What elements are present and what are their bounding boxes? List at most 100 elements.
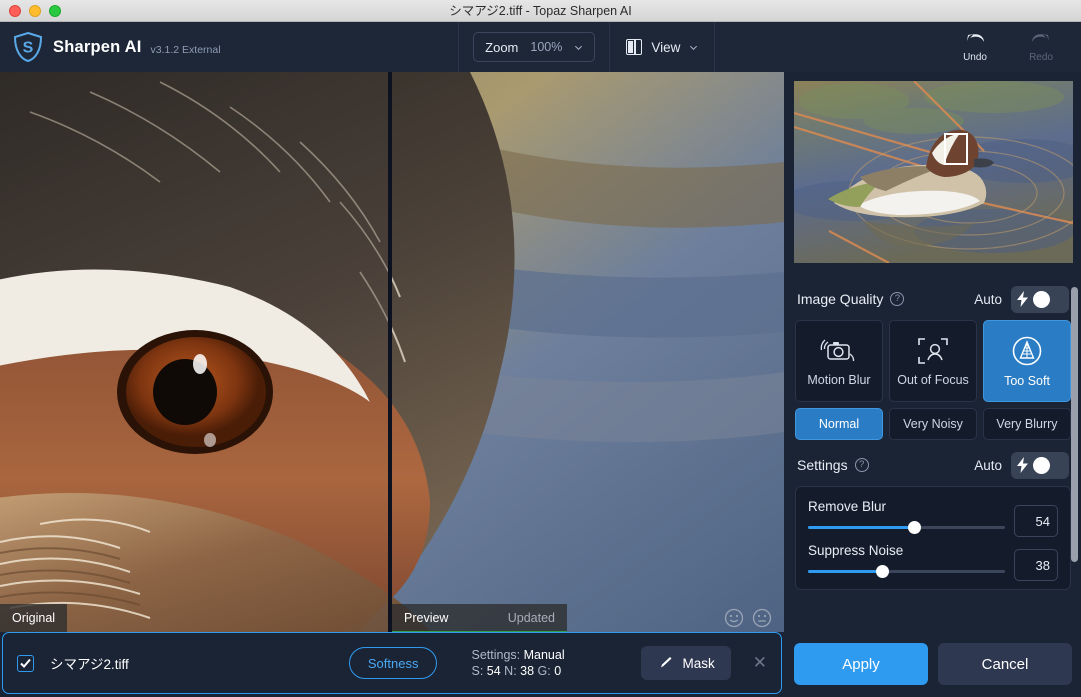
toggle-knob bbox=[1033, 290, 1050, 308]
settings-values-line: S: 54 N: 38 G: 0 bbox=[471, 663, 641, 679]
split-view-icon bbox=[626, 39, 643, 55]
settings-auto-toggle[interactable] bbox=[1011, 451, 1069, 479]
s-value: 54 bbox=[486, 664, 501, 678]
model-label-too-soft: Too Soft bbox=[1004, 373, 1050, 388]
image-quality-header: Image Quality ? Auto bbox=[785, 282, 1081, 316]
settings-auto-label: Auto bbox=[974, 457, 1002, 473]
redo-label: Redo bbox=[1029, 52, 1053, 63]
app-toolbar: S Sharpen AI v3.1.2 External Zoom 100% V… bbox=[0, 22, 1081, 72]
preview-image bbox=[392, 72, 784, 632]
mask-label: Mask bbox=[682, 655, 715, 671]
slider-thumb-suppress-noise[interactable] bbox=[876, 565, 890, 578]
image-quality-title: Image Quality bbox=[797, 291, 884, 307]
slider-value-remove-blur[interactable]: 54 bbox=[1014, 505, 1058, 537]
feedback-faces bbox=[724, 608, 772, 628]
controls-panel: Image Quality ? Auto Motion Blur Out of … bbox=[785, 282, 1081, 697]
preview-status-label: Updated bbox=[507, 611, 555, 625]
chevron-down-icon bbox=[575, 45, 583, 50]
settings-prefix-label: Settings: bbox=[471, 648, 521, 662]
slider-track-remove-blur[interactable] bbox=[808, 521, 1005, 534]
image-quality-auto-toggle[interactable] bbox=[1011, 285, 1069, 313]
pane-divider[interactable] bbox=[388, 72, 392, 632]
settings-header: Settings ? Auto bbox=[785, 448, 1081, 482]
apply-button[interactable]: Apply bbox=[794, 643, 928, 685]
sliders-container: Remove Blur 54 Suppress Noise 38 bbox=[795, 486, 1071, 590]
slider-thumb-remove-blur[interactable] bbox=[907, 521, 921, 534]
app-name: Sharpen AI bbox=[53, 37, 142, 56]
navigator-image bbox=[794, 81, 1073, 263]
level-very-blurry[interactable]: Very Blurry bbox=[983, 408, 1071, 440]
navigator-thumbnail[interactable] bbox=[794, 81, 1073, 263]
view-label: View bbox=[651, 39, 681, 55]
window-titlebar: シマアジ2.tiff - Topaz Sharpen AI bbox=[0, 0, 1081, 22]
mask-button[interactable]: Mask bbox=[641, 646, 731, 680]
undo-icon bbox=[967, 34, 985, 42]
model-label-motion-blur: Motion Blur bbox=[807, 372, 871, 387]
original-label: Original bbox=[12, 611, 56, 625]
redo-icon bbox=[1032, 34, 1050, 42]
model-card-motion-blur[interactable]: Motion Blur bbox=[795, 320, 883, 402]
lightning-bolt-icon bbox=[1017, 457, 1028, 473]
undo-button[interactable]: Undo bbox=[953, 31, 997, 63]
settings-mode-value: Manual bbox=[523, 648, 565, 662]
file-name: シマアジ2.tiff bbox=[50, 657, 129, 672]
softness-button[interactable]: Softness bbox=[348, 647, 438, 679]
help-icon[interactable]: ? bbox=[890, 292, 905, 306]
cancel-button[interactable]: Cancel bbox=[938, 643, 1072, 685]
zoom-control[interactable]: Zoom 100% bbox=[473, 32, 596, 62]
preview-progress-bar bbox=[392, 631, 567, 632]
navigator-viewport-rect[interactable] bbox=[944, 133, 968, 165]
level-very-noisy[interactable]: Very Noisy bbox=[889, 408, 977, 440]
level-normal[interactable]: Normal bbox=[795, 408, 883, 440]
motion-blur-icon bbox=[820, 339, 855, 361]
model-label-out-of-focus: Out of Focus bbox=[897, 372, 969, 387]
lightning-bolt-icon bbox=[1017, 291, 1028, 307]
model-card-out-of-focus[interactable]: Out of Focus bbox=[889, 320, 977, 402]
original-label-badge: Original bbox=[0, 604, 68, 632]
action-buttons: Apply Cancel bbox=[785, 636, 1081, 692]
settings-summary: Settings: Manual S: 54 N: 38 G: 0 bbox=[471, 647, 641, 679]
n-label: N: bbox=[504, 664, 517, 678]
slider-suppress-noise: Suppress Noise 38 bbox=[808, 543, 1058, 581]
sidebar-scrollbar[interactable] bbox=[1071, 287, 1078, 562]
s-label: S: bbox=[471, 664, 484, 678]
window-title: シマアジ2.tiff - Topaz Sharpen AI bbox=[449, 3, 632, 18]
zoom-value: 100% bbox=[530, 40, 563, 54]
app-window: シマアジ2.tiff - Topaz Sharpen AI S Sharpen … bbox=[0, 0, 1081, 697]
model-card-too-soft[interactable]: Too Soft bbox=[983, 320, 1071, 402]
model-grid: Motion Blur Out of Focus Too Soft bbox=[785, 316, 1081, 402]
preview-label: Preview bbox=[404, 611, 449, 625]
preview-pane[interactable] bbox=[392, 72, 784, 632]
level-row: Normal Very Noisy Very Blurry bbox=[785, 402, 1081, 440]
view-control[interactable]: View bbox=[610, 32, 714, 62]
help-icon[interactable]: ? bbox=[854, 458, 869, 472]
slider-value-suppress-noise[interactable]: 38 bbox=[1014, 549, 1058, 581]
right-sidebar: Image Quality ? Auto Motion Blur Out of … bbox=[785, 72, 1081, 697]
out-of-focus-icon bbox=[918, 337, 948, 364]
happy-face-icon[interactable] bbox=[724, 608, 744, 628]
n-value: 38 bbox=[520, 664, 535, 678]
image-quality-auto-label: Auto bbox=[974, 291, 1002, 307]
sharpen-ai-logo-icon: S bbox=[13, 31, 43, 63]
original-pane[interactable] bbox=[0, 72, 388, 632]
redo-button[interactable]: Redo bbox=[1019, 31, 1063, 63]
file-enabled-checkbox[interactable] bbox=[17, 654, 34, 672]
toolbar-divider-3 bbox=[714, 22, 716, 72]
softness-label: Softness bbox=[367, 655, 419, 671]
g-label: G: bbox=[537, 664, 551, 678]
undo-redo-group: Undo Redo bbox=[953, 31, 1081, 63]
original-image bbox=[0, 72, 388, 632]
slider-fill-suppress-noise bbox=[808, 570, 883, 573]
remove-file-button[interactable]: ✕ bbox=[753, 653, 767, 673]
zoom-label: Zoom bbox=[485, 39, 519, 55]
chevron-down-icon bbox=[690, 45, 698, 50]
settings-title: Settings bbox=[797, 457, 848, 473]
too-soft-icon bbox=[1012, 336, 1042, 365]
neutral-face-icon[interactable] bbox=[752, 608, 772, 628]
slider-track-suppress-noise[interactable] bbox=[808, 565, 1005, 578]
svg-text:S: S bbox=[23, 40, 34, 57]
toolbar-divider-1 bbox=[458, 22, 460, 72]
app-version: v3.1.2 External bbox=[150, 43, 221, 56]
image-viewer[interactable]: Original Preview Updated bbox=[0, 72, 784, 632]
undo-label: Undo bbox=[963, 52, 987, 63]
